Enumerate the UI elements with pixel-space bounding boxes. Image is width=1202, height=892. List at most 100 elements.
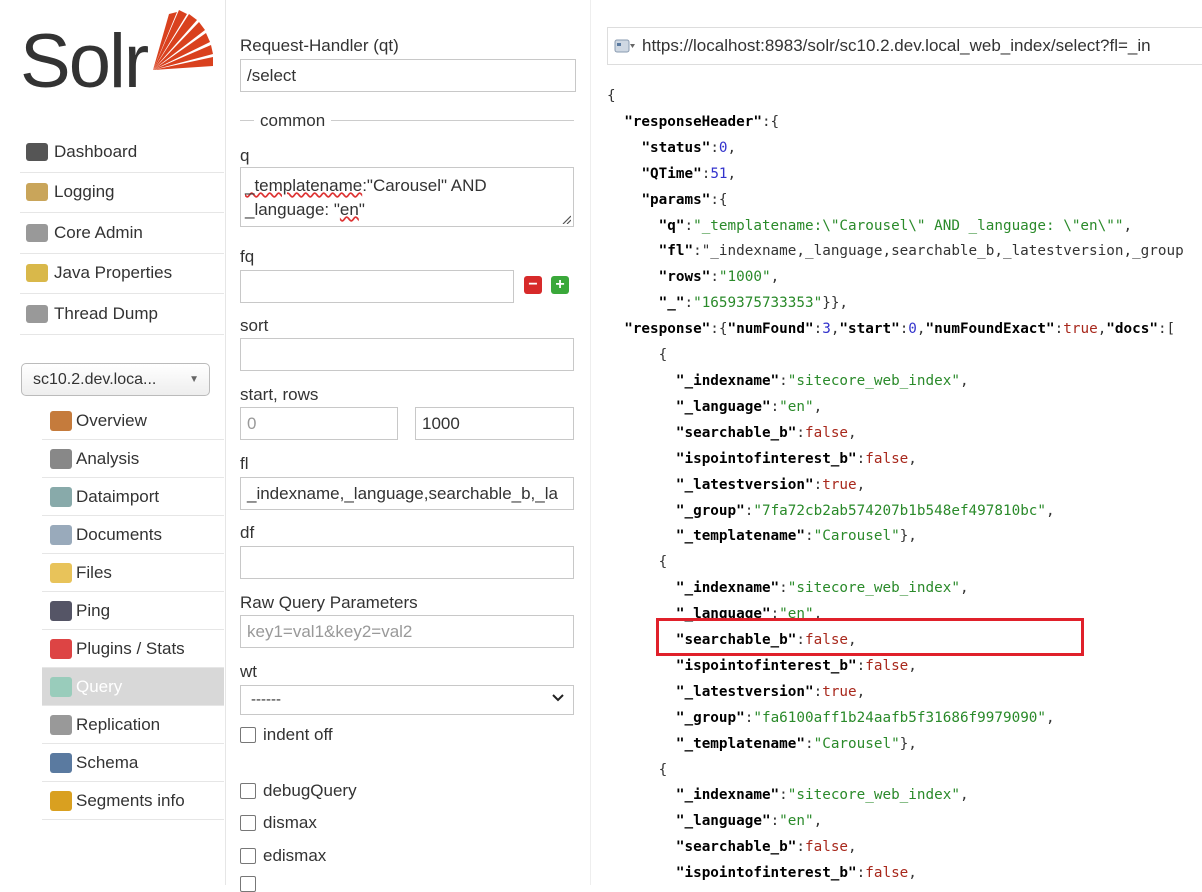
request-handler-input[interactable]: /select xyxy=(240,59,576,92)
json-line: "_":"1659375733353"}}, xyxy=(658,295,849,312)
edismax-option[interactable]: edismax xyxy=(240,846,326,866)
wt-select[interactable]: ------ xyxy=(240,685,574,715)
edismax-label: edismax xyxy=(263,846,327,865)
json-line: "ispointofinterest_b":false, xyxy=(675,450,917,467)
core-nav-item-segments-info[interactable]: Segments info xyxy=(42,782,224,820)
fq-input[interactable] xyxy=(240,270,514,303)
core-selector[interactable]: sc10.2.dev.loca... ▼ xyxy=(21,363,210,396)
resize-grip-icon[interactable] xyxy=(561,214,571,224)
sidebar: Solr Dashboard Logging Core Admin Java Prop… xyxy=(0,0,225,885)
core-nav-item-replication[interactable]: Replication xyxy=(42,706,224,744)
q-line-2-prefix: _language: " xyxy=(245,200,340,219)
query-icon xyxy=(50,676,72,697)
ping-icon xyxy=(50,600,72,621)
core-nav-item-plugins-stats[interactable]: Plugins / Stats xyxy=(42,630,224,668)
json-line: "_latestversion":true, xyxy=(675,683,866,700)
solr-sun-icon xyxy=(153,10,213,70)
core-nav-item-label: Segments info xyxy=(76,790,185,810)
nav-item-logging[interactable]: Logging xyxy=(20,173,224,213)
response-panel: https://localhost:8983/solr/sc10.2.dev.l… xyxy=(591,0,1202,885)
dismax-checkbox[interactable] xyxy=(240,815,256,831)
next-option[interactable] xyxy=(240,876,263,892)
request-url-link[interactable]: https://localhost:8983/solr/sc10.2.dev.l… xyxy=(607,27,1202,65)
fq-label: fq xyxy=(240,247,255,266)
q-label: q xyxy=(240,146,250,165)
json-line: "QTime":51, xyxy=(641,165,737,182)
core-nav-item-schema[interactable]: Schema xyxy=(42,744,224,782)
core-nav-item-ping[interactable]: Ping xyxy=(42,592,224,630)
raw-query-input[interactable]: key1=val1&key2=val2 xyxy=(240,615,574,648)
core-nav-item-dataimport[interactable]: Dataimport xyxy=(42,478,224,516)
core-nav-item-label: Documents xyxy=(76,524,162,544)
q-token-en: en xyxy=(339,200,359,219)
nav-item-thread-dump[interactable]: Thread Dump xyxy=(20,294,224,335)
remove-fq-button[interactable]: − xyxy=(524,276,542,294)
indent-off-option[interactable]: indent off xyxy=(240,725,333,745)
core-nav-item-label: Replication xyxy=(76,714,161,734)
nav-item-label: Java Properties xyxy=(54,263,173,283)
core-nav-item-overview[interactable]: Overview xyxy=(42,402,224,440)
json-line: { xyxy=(607,88,616,104)
dismax-label: dismax xyxy=(263,813,317,832)
json-line: "_latestversion":true, xyxy=(675,476,866,493)
core-nav-item-label: Query xyxy=(76,676,123,696)
rows-input[interactable]: 1000 xyxy=(415,407,574,440)
df-label: df xyxy=(240,523,255,542)
wt-label: wt xyxy=(240,662,257,681)
nav-item-label: Dashboard xyxy=(54,141,138,161)
dashboard-icon xyxy=(26,142,48,161)
json-line: "response":{"numFound":3,"start":0,"numF… xyxy=(624,321,1176,338)
core-selector-value: sc10.2.dev.loca... xyxy=(33,370,157,388)
debug-query-checkbox[interactable] xyxy=(240,783,256,799)
start-rows-label: start, rows xyxy=(240,385,319,404)
json-line: "searchable_b":false, xyxy=(675,632,857,649)
df-input[interactable] xyxy=(240,546,574,579)
add-fq-button[interactable]: + xyxy=(551,276,569,294)
json-line: "_templatename":"Carousel"}, xyxy=(675,735,917,752)
core-nav-item-files[interactable]: Files xyxy=(42,554,224,592)
request-handler-label: Request-Handler (qt) xyxy=(240,36,399,55)
json-line: "fl":"_indexname,_language,searchable_b,… xyxy=(658,243,1184,260)
indent-off-label: indent off xyxy=(263,725,333,744)
next-checkbox[interactable] xyxy=(240,876,256,892)
json-line: { xyxy=(607,347,668,364)
logo-text: Solr xyxy=(20,19,149,104)
edismax-checkbox[interactable] xyxy=(240,848,256,864)
core-nav-item-label: Overview xyxy=(76,410,147,430)
json-line: "_group":"fa6100aff1b24aafb5f31686f99790… xyxy=(675,709,1055,726)
core-nav-item-query[interactable]: Query xyxy=(42,668,224,706)
nav-item-label: Core Admin xyxy=(54,222,143,242)
raw-query-label: Raw Query Parameters xyxy=(240,593,418,612)
java-properties-icon xyxy=(26,264,48,283)
caret-down-icon: ▼ xyxy=(189,374,199,385)
debug-query-option[interactable]: debugQuery xyxy=(240,781,357,801)
main-nav: Dashboard Logging Core Admin Java Propertie… xyxy=(20,132,224,335)
nav-item-java-properties[interactable]: Java Properties xyxy=(20,254,224,294)
core-nav-item-documents[interactable]: Documents xyxy=(42,516,224,554)
core-nav-item-analysis[interactable]: Analysis xyxy=(42,440,224,478)
solr-logo[interactable]: Solr xyxy=(20,8,213,104)
nav-item-dashboard[interactable]: Dashboard xyxy=(20,132,224,173)
core-nav: Overview Analysis Dataimport Documents Files… xyxy=(42,402,224,820)
nav-item-label: Thread Dump xyxy=(54,303,158,323)
json-line: "_indexname":"sitecore_web_index", xyxy=(675,580,969,597)
json-line: "_language":"en", xyxy=(675,398,823,415)
logging-icon xyxy=(26,183,48,202)
json-line: "q":"_templatename:\"Carousel\" AND _lan… xyxy=(658,217,1133,234)
json-line: "_language":"en", xyxy=(675,606,823,623)
indent-off-checkbox[interactable] xyxy=(240,727,256,743)
fl-input[interactable]: _indexname,_language,searchable_b,_la xyxy=(240,477,574,510)
json-line: "searchable_b":false, xyxy=(675,839,857,856)
sort-input[interactable] xyxy=(240,338,574,371)
start-input[interactable]: 0 xyxy=(240,407,398,440)
q-line-1-rest: :"Carousel" AND xyxy=(362,176,487,195)
segments-icon xyxy=(50,790,72,811)
json-response: { "responseHeader":{ "status":0, "QTime"… xyxy=(607,84,1202,885)
nav-item-core-admin[interactable]: Core Admin xyxy=(20,213,224,254)
json-line: "ispointofinterest_b":false, xyxy=(675,657,917,674)
dismax-option[interactable]: dismax xyxy=(240,813,317,833)
core-admin-icon xyxy=(26,223,48,242)
dataimport-icon xyxy=(50,486,72,507)
q-textarea[interactable]: _templatename:"Carousel" AND _language: … xyxy=(240,167,574,227)
json-line: "responseHeader":{ xyxy=(624,113,780,130)
